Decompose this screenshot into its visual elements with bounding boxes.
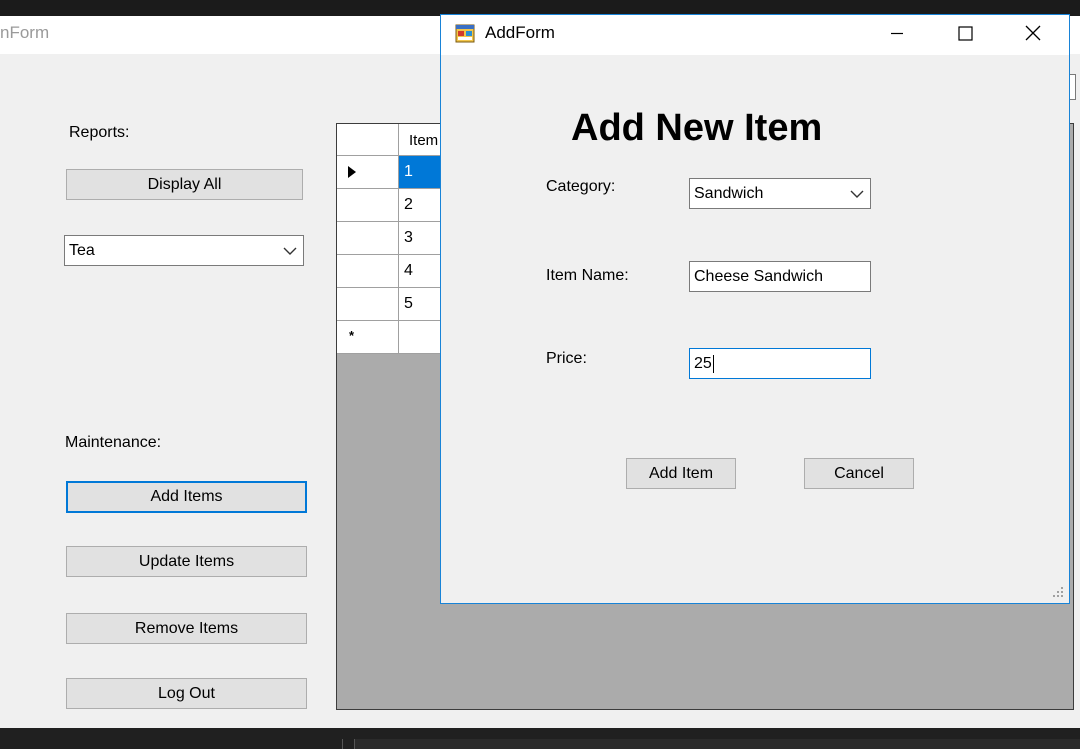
category-filter-combobox[interactable]: Tea (64, 235, 304, 266)
dialog-title: AddForm (485, 23, 555, 42)
resize-grip-icon[interactable] (1051, 585, 1065, 599)
grid-row-header[interactable] (337, 189, 399, 222)
grid-header-corner (337, 124, 399, 156)
category-filter-value: Tea (69, 241, 95, 259)
add-item-button[interactable]: Add Item (626, 458, 736, 489)
category-value: Sandwich (694, 184, 764, 202)
price-value: 25 (694, 354, 712, 372)
add-form-dialog: AddForm Add New Item Category: Sandwich … (440, 14, 1070, 604)
cancel-button[interactable]: Cancel (804, 458, 914, 489)
item-name-field[interactable]: Cheese Sandwich (689, 261, 871, 292)
maintenance-label: Maintenance: (65, 434, 162, 451)
minimize-button[interactable] (864, 15, 930, 51)
log-out-button[interactable]: Log Out (66, 678, 307, 709)
update-items-button[interactable]: Update Items (66, 546, 307, 577)
maximize-button[interactable] (932, 15, 998, 51)
dialog-title-bar[interactable]: AddForm (441, 15, 1069, 55)
category-combobox[interactable]: Sandwich (689, 178, 871, 209)
grid-new-row-header[interactable]: * (337, 321, 399, 354)
current-row-arrow-icon (348, 166, 356, 178)
text-caret (712, 354, 714, 373)
chevron-down-icon (850, 190, 864, 198)
remove-items-button[interactable]: Remove Items (66, 613, 307, 644)
price-field[interactable]: 25 (689, 348, 871, 379)
add-items-button[interactable]: Add Items (66, 481, 307, 513)
taskbar-search-area[interactable] (354, 739, 1080, 749)
main-form-title: nForm (0, 23, 50, 42)
chevron-down-icon (283, 247, 297, 255)
dialog-heading: Add New Item (571, 107, 823, 149)
maximize-icon (957, 25, 973, 41)
grid-row-header[interactable] (337, 288, 399, 321)
close-icon (1025, 25, 1041, 41)
grid-row-header[interactable] (337, 255, 399, 288)
item-name-label: Item Name: (546, 267, 629, 284)
form-app-icon (455, 24, 475, 43)
new-row-marker: * (349, 328, 355, 343)
price-label: Price: (546, 350, 587, 367)
grid-row-header[interactable] (337, 222, 399, 255)
category-label: Category: (546, 178, 616, 195)
item-name-value: Cheese Sandwich (694, 267, 823, 285)
grid-row-header[interactable] (337, 156, 399, 189)
taskbar-divider (342, 739, 343, 749)
display-all-button[interactable]: Display All (66, 169, 303, 200)
reports-label: Reports: (69, 124, 130, 141)
close-button[interactable] (1000, 15, 1066, 51)
minimize-icon (891, 32, 903, 35)
